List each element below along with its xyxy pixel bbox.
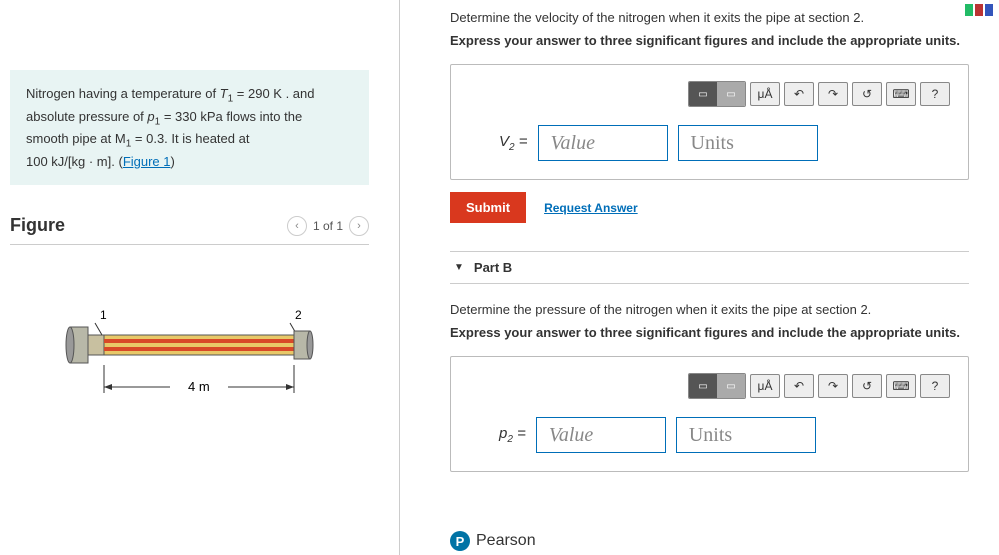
pipe-diagram: 1 2 bbox=[30, 305, 350, 415]
part-b-answer-panel: ▭▭ μÅ ↶ ↷ ↺ ⌨ ? p2 = Value Units bbox=[450, 356, 969, 472]
keyboard-button[interactable]: ⌨ bbox=[886, 82, 916, 106]
redo-button[interactable]: ↷ bbox=[818, 82, 848, 106]
part-a-input-row: V2 = Value Units bbox=[469, 125, 950, 161]
part-a-question: Determine the velocity of the nitrogen w… bbox=[450, 10, 969, 25]
pager-prev-button[interactable]: ‹ bbox=[287, 216, 307, 236]
help-button[interactable]: ? bbox=[920, 82, 950, 106]
figure-title: Figure bbox=[10, 215, 65, 236]
problem-statement: Nitrogen having a temperature of T1 = 29… bbox=[10, 70, 369, 185]
text: = 0.3. It is heated at bbox=[131, 131, 249, 146]
figure-pager: ‹ 1 of 1 › bbox=[287, 216, 369, 236]
text: 100 kJ/[kg · m]. ( bbox=[26, 154, 123, 169]
variable-label: V2 = bbox=[499, 133, 528, 153]
part-a-toolbar: ▭▭ μÅ ↶ ↷ ↺ ⌨ ? bbox=[469, 81, 950, 107]
part-a-instructions: Express your answer to three significant… bbox=[450, 33, 969, 48]
pearson-brand: Pearson bbox=[476, 532, 536, 550]
part-b-toolbar: ▭▭ μÅ ↶ ↷ ↺ ⌨ ? bbox=[469, 373, 950, 399]
text: = 330 kPa flows into the bbox=[160, 109, 302, 124]
sym: M bbox=[115, 131, 126, 146]
units-input[interactable]: Units bbox=[678, 125, 818, 161]
section-1-label: 1 bbox=[100, 308, 107, 322]
collapse-icon: ▼ bbox=[454, 262, 464, 273]
part-b-title: Part B bbox=[474, 260, 512, 275]
undo-button[interactable]: ↶ bbox=[784, 82, 814, 106]
keyboard-button[interactable]: ⌨ bbox=[886, 374, 916, 398]
redo-button[interactable]: ↷ bbox=[818, 374, 848, 398]
pearson-logo-icon: P bbox=[450, 531, 470, 551]
symbols-button[interactable]: μÅ bbox=[750, 374, 780, 398]
text: = 290 K . and bbox=[233, 86, 314, 101]
part-a-submit-row: Submit Request Answer bbox=[450, 192, 969, 223]
text: smooth pipe at bbox=[26, 131, 115, 146]
part-b-question: Determine the pressure of the nitrogen w… bbox=[450, 302, 969, 317]
pearson-footer: P Pearson bbox=[450, 531, 536, 551]
part-b-instructions: Express your answer to three significant… bbox=[450, 325, 969, 340]
variable-label: p2 = bbox=[499, 425, 526, 445]
figure-link[interactable]: Figure 1 bbox=[123, 154, 171, 169]
part-b-header[interactable]: ▼ Part B bbox=[450, 251, 969, 284]
part-b-input-row: p2 = Value Units bbox=[469, 417, 950, 453]
part-a-answer-panel: ▭▭ μÅ ↶ ↷ ↺ ⌨ ? V2 = Value Units bbox=[450, 64, 969, 180]
left-column: Nitrogen having a temperature of T 1 = 29… bbox=[0, 0, 400, 555]
pager-text: 1 of 1 bbox=[313, 219, 343, 233]
units-input[interactable]: Units bbox=[676, 417, 816, 453]
figure-image: 1 2 bbox=[10, 305, 369, 415]
template-button[interactable]: ▭▭ bbox=[688, 81, 746, 107]
right-column: Determine the velocity of the nitrogen w… bbox=[400, 0, 999, 555]
pager-next-button[interactable]: › bbox=[349, 216, 369, 236]
template-button[interactable]: ▭▭ bbox=[688, 373, 746, 399]
text: absolute pressure of bbox=[26, 109, 147, 124]
value-input[interactable]: Value bbox=[538, 125, 668, 161]
text: Nitrogen having a temperature of bbox=[26, 86, 220, 101]
reset-button[interactable]: ↺ bbox=[852, 82, 882, 106]
text: ) bbox=[171, 154, 175, 169]
reset-button[interactable]: ↺ bbox=[852, 374, 882, 398]
submit-button[interactable]: Submit bbox=[450, 192, 526, 223]
symbols-button[interactable]: μÅ bbox=[750, 82, 780, 106]
help-button[interactable]: ? bbox=[920, 374, 950, 398]
sym: T bbox=[220, 86, 228, 101]
length-label: 4 m bbox=[188, 379, 210, 394]
value-input[interactable]: Value bbox=[536, 417, 666, 453]
section-2-label: 2 bbox=[295, 308, 302, 322]
figure-header: Figure ‹ 1 of 1 › bbox=[10, 215, 369, 245]
sym: p bbox=[147, 109, 154, 124]
main-container: Nitrogen having a temperature of T 1 = 29… bbox=[0, 0, 999, 555]
undo-button[interactable]: ↶ bbox=[784, 374, 814, 398]
request-answer-link[interactable]: Request Answer bbox=[544, 201, 638, 215]
